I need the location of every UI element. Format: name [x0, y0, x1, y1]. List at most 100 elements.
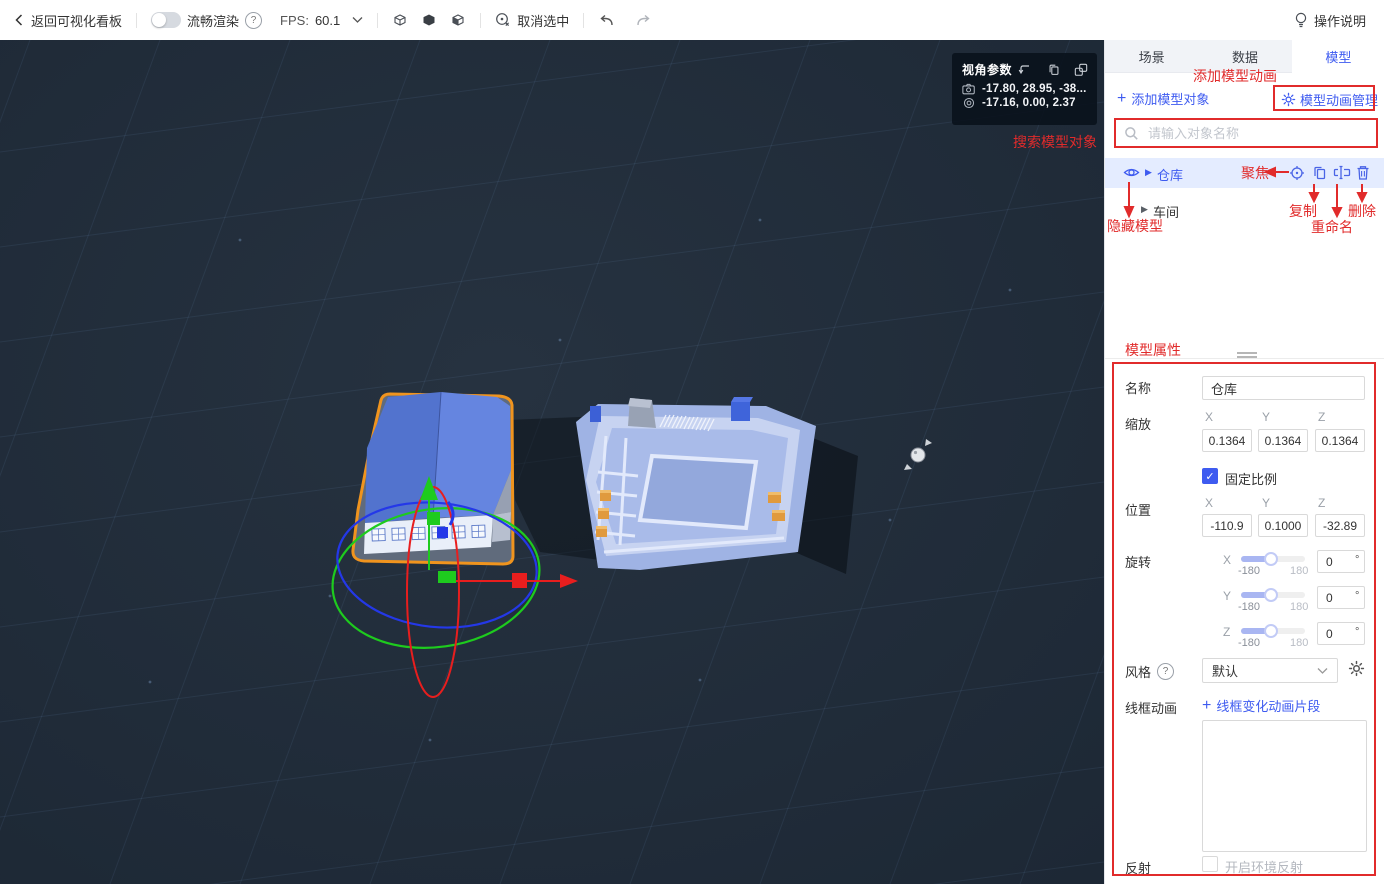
degree-unit: ° — [1355, 554, 1360, 566]
workshop-model[interactable] — [576, 397, 816, 570]
rotation-max-label: 180 — [1290, 601, 1309, 613]
reflection-checkbox[interactable] — [1202, 856, 1218, 872]
position-z-input[interactable] — [1315, 514, 1365, 537]
wireframe-label: 线框动画 — [1125, 701, 1178, 716]
fps-dropdown[interactable]: FPS: 60.1 — [280, 13, 363, 28]
gizmo-y-handle[interactable] — [427, 512, 440, 525]
add-model-object-button[interactable]: + 添加模型对象 — [1117, 89, 1209, 108]
cube-solid-icon[interactable] — [421, 12, 437, 28]
copy-params-icon[interactable] — [1047, 63, 1061, 77]
deselect-label: 取消选中 — [517, 13, 570, 29]
tree-item-label[interactable]: 仓库 — [1157, 165, 1183, 184]
viewport-canvas[interactable] — [0, 40, 1104, 884]
rotation-x-axis-label: X — [1223, 553, 1232, 567]
deselect-button[interactable]: 取消选中 — [495, 11, 569, 30]
reflection-option-label: 开启环境反射 — [1225, 860, 1304, 875]
cube-half-icon[interactable] — [450, 12, 466, 28]
copy-icon[interactable] — [1312, 165, 1327, 181]
scale-y-axis-label: Y — [1262, 410, 1271, 424]
camera-icon — [962, 83, 975, 95]
back-label: 返回可视化看板 — [31, 13, 123, 29]
name-input[interactable] — [1202, 376, 1365, 400]
gizmo-origin-handle[interactable] — [438, 571, 456, 583]
fixed-ratio-label: 固定比例 — [1225, 472, 1278, 487]
annotation-rename: 重命名 — [1311, 219, 1353, 235]
separator — [480, 12, 482, 28]
camera-params-panel: 视角参数 -17.80, 28.95, -38... -17.16, 0.00,… — [952, 53, 1097, 125]
add-model-object-label: 添加模型对象 — [1131, 92, 1210, 107]
annotation-add-model-anim: 添加模型动画 — [1193, 68, 1277, 84]
rotation-min-label: -180 — [1238, 565, 1261, 577]
plus-icon: + — [1202, 696, 1212, 714]
back-button[interactable]: 返回可视化看板 — [13, 11, 122, 30]
degree-unit: ° — [1355, 626, 1360, 638]
redo-icon[interactable] — [635, 13, 652, 27]
rotation-min-label: -180 — [1238, 601, 1261, 613]
gizmo-x-handle[interactable] — [512, 573, 527, 588]
slider-handle[interactable] — [1264, 588, 1278, 602]
gear-icon — [1281, 92, 1296, 107]
annotation-hide-model: 隐藏模型 — [1107, 218, 1163, 234]
camera-position-value: -17.80, 28.95, -38... — [982, 83, 1087, 95]
target-icon — [963, 97, 975, 109]
divider-drag-handle[interactable] — [1237, 352, 1257, 360]
compare-view-icon[interactable] — [1074, 63, 1088, 77]
slider-handle[interactable] — [1264, 552, 1278, 566]
reset-view-icon[interactable] — [1018, 64, 1031, 76]
focus-icon[interactable] — [1289, 165, 1305, 181]
rotation-y-axis-label: Y — [1223, 589, 1232, 603]
position-y-input[interactable] — [1258, 514, 1308, 537]
scale-label: 缩放 — [1125, 417, 1152, 432]
fixed-ratio-checkbox[interactable]: ✓ — [1202, 468, 1218, 484]
scale-z-input[interactable] — [1315, 429, 1365, 452]
help-button[interactable]: 操作说明 — [1294, 11, 1366, 30]
search-input[interactable] — [1146, 124, 1368, 142]
caret-right-icon[interactable]: ▶ — [1141, 204, 1148, 215]
top-toolbar: 返回可视化看板 流畅渲染 ? FPS: 60.1 取消选中 操作说明 — [0, 0, 1384, 40]
help-question-icon[interactable]: ? — [245, 11, 263, 29]
rotation-max-label: 180 — [1290, 565, 1309, 577]
chevron-down-icon — [352, 17, 363, 23]
style-label: 风格 — [1125, 665, 1152, 680]
reflection-label: 反射 — [1125, 861, 1152, 876]
slider-handle[interactable] — [1264, 624, 1278, 638]
eye-icon[interactable] — [1123, 166, 1140, 179]
fps-value: 60.1 — [314, 12, 341, 28]
rotation-x-slider[interactable] — [1241, 552, 1305, 566]
scale-y-input[interactable] — [1258, 429, 1308, 452]
rename-icon[interactable] — [1333, 165, 1351, 180]
camera-target-value: -17.16, 0.00, 2.37 — [982, 97, 1076, 109]
scale-x-input[interactable] — [1202, 429, 1252, 452]
separator — [583, 12, 585, 28]
rotation-z-axis-label: Z — [1223, 625, 1231, 639]
position-x-axis-label: X — [1205, 496, 1214, 510]
separator — [377, 12, 379, 28]
viewport: 视角参数 -17.80, 28.95, -38... -17.16, 0.00,… — [0, 40, 1104, 884]
position-x-input[interactable] — [1202, 514, 1252, 537]
add-wireframe-anim-button[interactable]: + 线框变化动画片段 — [1202, 696, 1320, 715]
smooth-render-toggle[interactable] — [151, 12, 182, 28]
annotation-model-props: 模型属性 — [1125, 342, 1181, 358]
scale-x-axis-label: X — [1205, 410, 1214, 424]
undo-icon[interactable] — [598, 13, 615, 27]
tab-model[interactable]: 模型 — [1291, 40, 1384, 73]
degree-unit: ° — [1355, 590, 1360, 602]
rotation-min-label: -180 — [1238, 637, 1261, 649]
rotation-z-slider[interactable] — [1241, 624, 1305, 638]
warehouse-model[interactable] — [351, 391, 515, 566]
cube-wireframe-icon[interactable] — [392, 12, 408, 28]
lightbulb-icon — [1295, 12, 1307, 27]
annotation-search-model: 搜索模型对象 — [1013, 134, 1097, 150]
delete-icon[interactable] — [1356, 165, 1370, 181]
style-select[interactable]: 默认 — [1202, 658, 1338, 683]
chevron-down-icon — [1317, 667, 1328, 674]
gizmo-z-handle[interactable] — [437, 527, 448, 538]
rotation-y-slider[interactable] — [1241, 588, 1305, 602]
style-help-icon[interactable]: ? — [1157, 663, 1174, 680]
check-icon: ✓ — [1205, 470, 1215, 483]
tab-scene[interactable]: 场景 — [1105, 40, 1199, 73]
caret-right-icon[interactable]: ▶ — [1145, 167, 1152, 178]
style-settings-gear-icon[interactable] — [1348, 660, 1365, 677]
rotation-label: 旋转 — [1125, 555, 1152, 570]
model-anim-manage-button[interactable]: 模型动画管理 — [1281, 90, 1378, 109]
